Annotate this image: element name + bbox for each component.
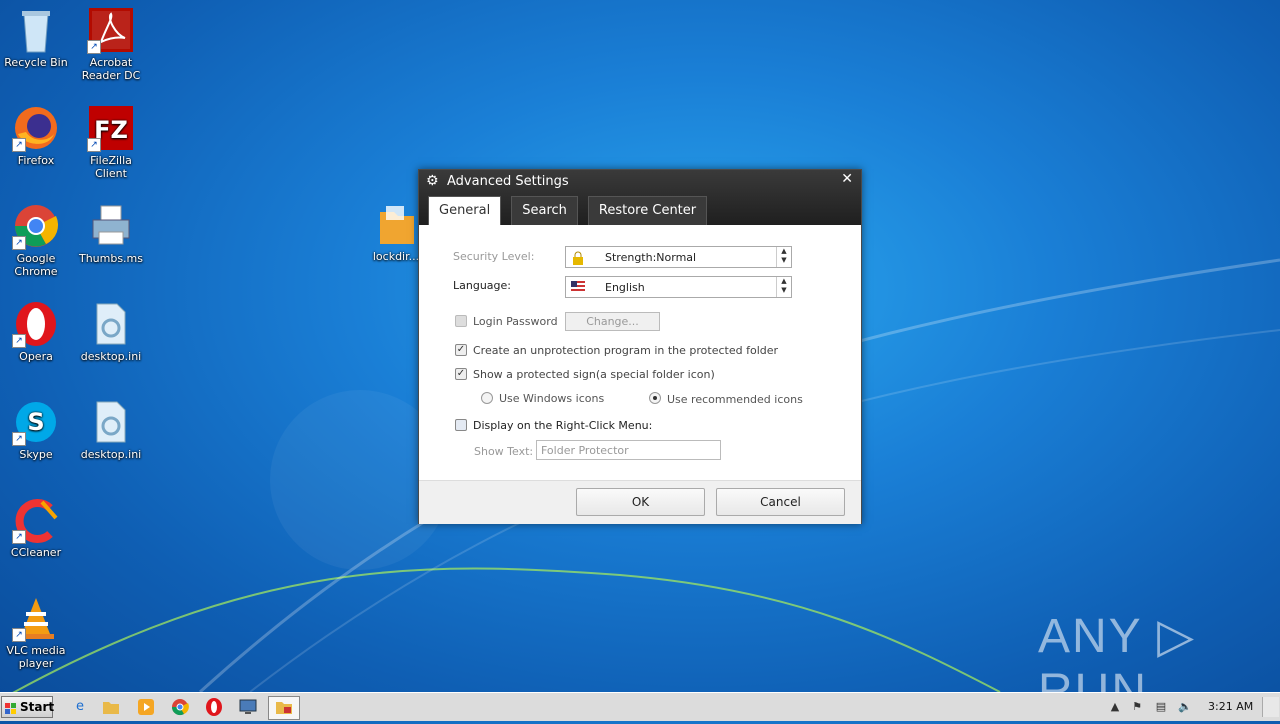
change-password-button[interactable]: Change... [565,312,660,331]
tab-restore-center[interactable]: Restore Center [587,196,708,225]
desktop-icon-ccleaner[interactable]: ↗ CCleaner [0,496,74,559]
desktop-icon-label: desktop.ini [80,448,142,461]
desktop-icon-filezilla[interactable]: FZ ↗ FileZilla Client [73,104,149,180]
volume-icon[interactable]: 🔈 [1177,699,1193,715]
folder-protector-taskbar-button[interactable] [268,696,300,720]
language-select[interactable]: English ▲ ▼ [565,276,792,298]
show-hidden-icons-icon[interactable]: ▲ [1107,699,1123,715]
opera-icon[interactable] [204,697,224,717]
desktop-icon-google-chrome[interactable]: ↗ Google Chrome [0,202,74,278]
dialog-footer: OK Cancel [419,480,861,524]
settings-file-icon [87,300,135,348]
desktop-icon-label: lockdir... [372,250,420,263]
gear-icon: ⚙ [426,173,439,189]
unprotection-label: Create an unprotection program in the pr… [473,344,779,357]
desktop-icon-desktop-ini-2[interactable]: desktop.ini [73,398,149,461]
dialog-body: Security Level: Strength:Normal ▲ ▼ Langu… [419,225,861,480]
ccleaner-icon: ↗ [12,496,60,544]
desktop-icon-firefox[interactable]: ↗ Firefox [0,104,74,167]
acrobat-icon: ↗ [87,6,135,54]
folder-icon [376,200,416,248]
tab-bar: General Search Restore Center [428,196,717,225]
protected-sign-checkbox[interactable]: ✓ [455,368,467,380]
taskbar: Start e ▲ ⚑ ▤ 🔈 3:21 AM [0,692,1280,721]
desktop-icon-label: Recycle Bin [4,56,68,69]
login-password-checkbox[interactable] [455,315,467,327]
desktop-icon-opera[interactable]: ↗ Opera [0,300,74,363]
media-player-icon[interactable] [136,697,156,717]
vlc-cone-icon: ↗ [12,594,60,642]
language-label: Language: [453,279,511,292]
desktop-icon-label: Opera [19,350,53,363]
show-desktop-button[interactable] [1262,697,1279,717]
desktop-icon-label: desktop.ini [80,350,142,363]
chrome-icon: ↗ [12,202,60,250]
internet-explorer-icon[interactable]: e [70,697,90,717]
desktop-icon-label: Thumbs.ms [78,252,144,265]
windows-icons-label: Use Windows icons [499,392,605,405]
opera-icon: ↗ [12,300,60,348]
recommended-icons-label: Use recommended icons [667,393,803,406]
right-click-menu-checkbox[interactable] [455,419,467,431]
security-level-label: Security Level: [453,250,535,263]
ok-button[interactable]: OK [576,488,705,516]
desktop-icon-recycle-bin[interactable]: Recycle Bin [0,6,74,69]
desktop-icon-label: FileZilla Client [90,154,132,180]
security-level-select[interactable]: Strength:Normal ▲ ▼ [565,246,792,268]
printer-icon [87,202,135,250]
show-text-label: Show Text: [474,445,534,458]
remote-desktop-icon[interactable] [238,697,258,717]
desktop-icon-desktop-ini-1[interactable]: desktop.ini [73,300,149,363]
desktop-icon-acrobat[interactable]: ↗ Acrobat Reader DC [73,6,149,82]
windows-icons-radio[interactable] [481,392,493,404]
tab-general[interactable]: General [428,196,502,225]
action-center-flag-icon[interactable]: ⚑ [1129,699,1145,715]
advanced-settings-dialog: ⚙ Advanced Settings ✕ General Search Res… [418,169,862,524]
security-level-value: Strength:Normal [605,251,697,264]
start-label: Start [20,700,55,714]
desktop-icon-label: Google Chrome [14,252,58,278]
cancel-button[interactable]: Cancel [716,488,845,516]
chrome-icon[interactable] [170,697,190,717]
svg-text:S: S [27,408,44,436]
us-flag-icon [571,281,585,293]
language-value: English [605,281,645,294]
tab-search[interactable]: Search [511,196,578,225]
start-button[interactable]: Start [1,696,55,718]
windows-logo-icon [5,701,17,714]
desktop-icon-thumbs[interactable]: Thumbs.ms [73,202,149,265]
spinner-arrows-icon[interactable]: ▲ ▼ [776,277,791,297]
close-icon[interactable]: ✕ [841,171,853,187]
settings-file-icon [87,398,135,446]
watermark: ANY ▷ RUN [1038,610,1197,692]
desktop-icon-lockdir[interactable]: lockdir... [366,200,426,263]
lock-icon [571,251,585,265]
file-explorer-icon[interactable] [101,697,121,717]
firefox-icon: ↗ [12,104,60,152]
recommended-icons-radio[interactable] [649,392,661,404]
filezilla-icon: FZ ↗ [87,104,135,152]
desktop-icon-label: VLC media player [6,644,66,670]
recycle-bin-icon [12,6,60,54]
clock[interactable]: 3:21 AM [1208,700,1253,713]
skype-icon: S ↗ [12,398,60,446]
desktop-icon-vlc[interactable]: ↗ VLC media player [0,594,74,670]
dialog-header: ⚙ Advanced Settings ✕ General Search Res… [419,170,861,225]
desktop-icon-label: Firefox [17,154,55,167]
desktop-icon-skype[interactable]: S ↗ Skype [0,398,74,461]
desktop-icon-label: CCleaner [10,546,62,559]
login-password-label: Login Password [473,315,558,328]
protected-sign-label: Show a protected sign(a special folder i… [473,368,715,381]
dialog-title: Advanced Settings [447,174,569,189]
network-icon[interactable]: ▤ [1153,699,1169,715]
show-text-input[interactable]: Folder Protector [536,440,721,460]
right-click-menu-label: Display on the Right-Click Menu: [473,419,653,432]
unprotection-checkbox[interactable]: ✓ [455,344,467,356]
desktop-icon-label: Skype [19,448,53,461]
spinner-arrows-icon[interactable]: ▲ ▼ [776,247,791,267]
desktop-icon-label: Acrobat Reader DC [81,56,141,82]
